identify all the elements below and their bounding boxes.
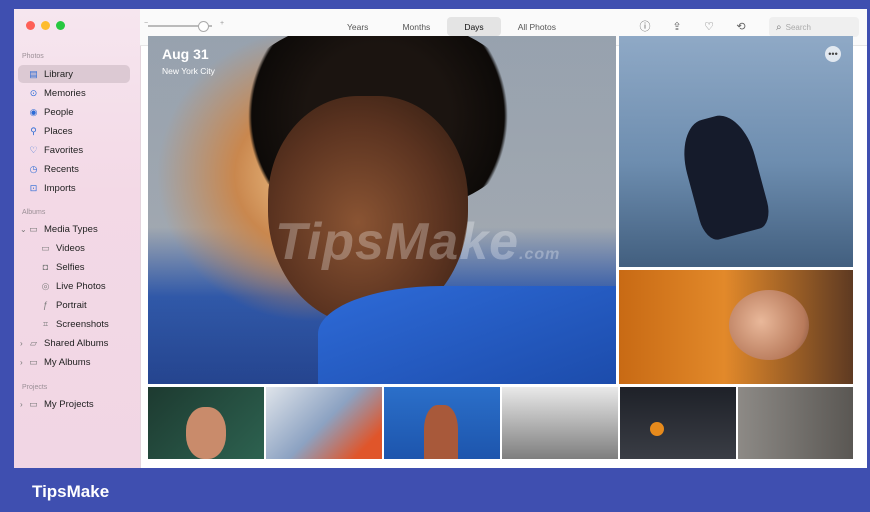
sidebar-item-my-albums[interactable]: › ▭ My Albums [18,353,130,371]
share-icon[interactable]: ⇪ [670,19,684,33]
sidebar-item-label: Media Types [44,223,98,235]
photo-thumbnail[interactable] [619,270,853,384]
sidebar-item-library[interactable]: ▤ Library [18,65,130,83]
sidebar-item-label: Library [44,68,74,80]
sidebar: Photos ▤ Library ⊙ Memories ◉ People ⚲ P… [14,9,141,468]
sidebar-item-selfies[interactable]: ◘ Selfies [18,258,130,276]
chevron-right-icon[interactable]: › [20,358,23,367]
sidebar-item-label: Memories [44,87,86,99]
memories-icon: ⊙ [29,87,38,98]
photo-figure [650,422,664,436]
albums-section-heading: Albums [22,209,46,216]
zoom-slider[interactable] [148,21,212,32]
watermark-text: TipsMake.com [275,212,560,272]
photo-thumbnail[interactable] [266,387,382,459]
sidebar-item-portrait[interactable]: ƒ Portrait [18,296,130,314]
photo-figure [424,405,458,459]
rotate-icon[interactable]: ⟲ [734,19,748,33]
sidebar-item-label: Shared Albums [44,337,109,349]
sidebar-item-people[interactable]: ◉ People [18,103,130,121]
chevron-down-icon[interactable]: ⌄ [20,225,27,234]
toolbar-actions: ⓘ ⇪ ♡ ⟲ [638,19,748,34]
sidebar-item-label: People [44,106,74,118]
minimize-window-button[interactable] [41,21,50,30]
chevron-right-icon[interactable]: › [20,339,23,348]
watermark-name: TipsMake [275,213,520,271]
sidebar-item-memories[interactable]: ⊙ Memories [18,84,130,102]
info-icon[interactable]: ⓘ [638,19,652,33]
photo-date: Aug 31 [162,46,209,62]
tab-years[interactable]: Years [330,17,385,36]
photo-thumbnail[interactable]: ••• [619,36,853,267]
selfie-icon: ◘ [42,262,49,272]
traffic-lights [26,21,65,30]
photo-thumbnail[interactable] [502,387,618,459]
sidebar-item-label: Imports [44,182,76,194]
projects-section-heading: Projects [22,384,48,391]
close-window-button[interactable] [26,21,35,30]
search-icon: ⌕ [776,21,782,33]
sidebar-item-label: My Projects [44,398,94,410]
zoom-in-icon: + [220,20,225,27]
shared-album-icon: ▱ [30,337,37,348]
clock-icon: ◷ [29,163,38,174]
sidebar-item-places[interactable]: ⚲ Places [18,122,130,140]
sidebar-item-label: Screenshots [56,318,109,330]
photo-thumbnail[interactable] [148,387,264,459]
sidebar-item-label: Live Photos [56,280,106,292]
folder-icon: ▭ [29,223,38,234]
photo-location: New York City [162,66,215,76]
more-options-icon[interactable]: ••• [825,46,841,62]
portrait-icon: ƒ [42,300,48,310]
sidebar-item-label: Selfies [56,261,85,273]
hero-photo[interactable]: Aug 31 New York City [148,36,616,384]
hero-photo-shirt [318,286,616,384]
sidebar-item-media-types[interactable]: ⌄ ▭ Media Types [18,220,130,238]
zoom-slider-knob[interactable] [198,21,209,32]
search-placeholder: Search [785,22,811,32]
sidebar-item-live-photos[interactable]: ◎ Live Photos [18,277,130,295]
places-icon: ⚲ [30,125,37,136]
tab-months[interactable]: Months [385,17,447,36]
tab-all-photos[interactable]: All Photos [501,17,573,36]
page-frame: Photos ▤ Library ⊙ Memories ◉ People ⚲ P… [0,0,870,468]
library-icon: ▤ [29,68,38,79]
zoom-window-button[interactable] [56,21,65,30]
import-icon: ⊡ [29,182,38,193]
video-icon: ▭ [41,242,50,253]
photo-figure [674,108,774,244]
screenshot-icon: ⌗ [42,318,49,329]
sidebar-item-label: Videos [56,242,85,254]
photo-thumbnail[interactable] [384,387,500,459]
photo-thumbnail[interactable] [738,387,853,459]
sidebar-item-screenshots[interactable]: ⌗ Screenshots [18,315,130,333]
sidebar-item-favorites[interactable]: ♡ Favorites [18,141,130,159]
sidebar-item-label: Recents [44,163,79,175]
watermark-suffix: .com [519,246,561,263]
brand-label: TipsMake [32,482,110,501]
heart-icon[interactable]: ♡ [702,19,716,33]
chevron-right-icon[interactable]: › [20,400,23,409]
sidebar-item-shared-albums[interactable]: › ▱ Shared Albums [18,334,130,352]
view-tabs: Years Months Days All Photos [330,17,573,36]
sidebar-item-label: My Albums [44,356,91,368]
sidebar-item-label: Places [44,125,73,137]
folder-icon: ▭ [29,398,38,409]
photo-figure [729,290,809,360]
people-icon: ◉ [29,106,38,117]
folder-icon: ▭ [29,356,38,367]
live-photo-icon: ◎ [41,280,50,291]
sidebar-item-label: Portrait [56,299,87,311]
sidebar-item-recents[interactable]: ◷ Recents [18,160,130,178]
photo-figure [186,407,226,459]
sidebar-item-imports[interactable]: ⊡ Imports [18,179,130,197]
sidebar-item-label: Favorites [44,144,84,156]
heart-icon: ♡ [29,144,38,155]
search-field[interactable]: ⌕ Search [769,17,859,37]
photos-section-heading: Photos [22,53,44,60]
sidebar-item-my-projects[interactable]: › ▭ My Projects [18,395,130,413]
sidebar-item-videos[interactable]: ▭ Videos [18,239,130,257]
photo-thumbnail[interactable] [620,387,736,459]
tab-days[interactable]: Days [447,17,501,36]
